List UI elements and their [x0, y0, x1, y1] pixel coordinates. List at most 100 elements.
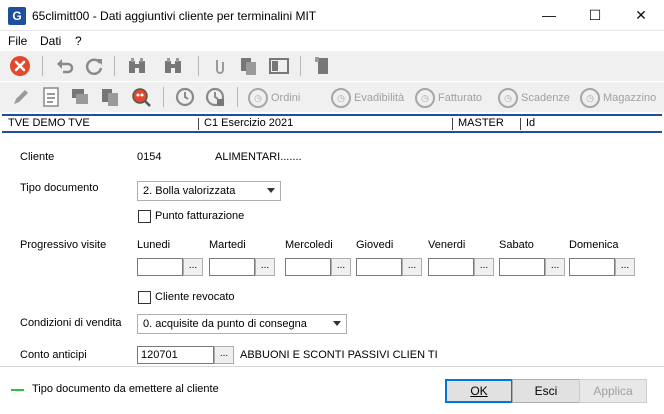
day-label-lunedi: Lunedi: [137, 239, 171, 251]
chevron-down-icon: [333, 321, 341, 326]
visit-input-domenica[interactable]: [569, 258, 615, 276]
toolbar-separator: [198, 56, 199, 76]
minimize-button[interactable]: —: [526, 0, 572, 31]
menu-help[interactable]: ?: [75, 34, 82, 48]
menu-dati[interactable]: Dati: [40, 34, 61, 48]
ordini-button[interactable]: ◷ Ordini: [248, 87, 300, 109]
refresh-icon[interactable]: [83, 55, 105, 77]
day-label-venerdi: Venerdi: [428, 239, 466, 251]
visit-input-giovedi[interactable]: [356, 258, 402, 276]
visit-lookup-mercoledi[interactable]: ...: [331, 258, 351, 276]
visit-input-mercoledi[interactable]: [285, 258, 331, 276]
user-name: MASTER: [458, 117, 504, 129]
toolbar-separator: [163, 87, 164, 107]
info-divider: [452, 118, 453, 130]
visit-input-martedi[interactable]: [209, 258, 255, 276]
magazzino-button[interactable]: ◷ Magazzino: [580, 87, 656, 109]
tipo-documento-value: 2. Bolla valorizzata: [143, 185, 236, 197]
punto-fatturazione-checkbox[interactable]: [138, 210, 151, 223]
layout-icon[interactable]: [268, 55, 290, 77]
day-label-martedi: Martedi: [209, 239, 246, 251]
visit-lookup-venerdi[interactable]: ...: [474, 258, 494, 276]
pencil-icon[interactable]: [10, 86, 32, 108]
find-next-icon[interactable]: [162, 55, 184, 77]
attachment-icon[interactable]: [208, 55, 230, 77]
ok-button[interactable]: OK: [445, 379, 513, 403]
day-label-mercoledi: Mercoledi: [285, 239, 333, 251]
find-icon[interactable]: [126, 55, 148, 77]
toolbar-secondary: ◷ Ordini ◷ Evadibilità ◷ Fatturato ◷ Sca…: [0, 82, 664, 112]
fatturato-button[interactable]: ◷ Fatturato: [415, 87, 482, 109]
visit-input-lunedi[interactable]: [137, 258, 183, 276]
visit-input-venerdi[interactable]: [428, 258, 474, 276]
esci-button[interactable]: Esci: [512, 379, 580, 403]
info-divider: [520, 118, 521, 130]
evadibilita-button[interactable]: ◷ Evadibilità: [331, 87, 404, 109]
visit-lookup-martedi[interactable]: ...: [255, 258, 275, 276]
condizioni-vendita-label: Condizioni di vendita: [20, 317, 122, 329]
cancel-icon[interactable]: [9, 55, 31, 77]
conto-anticipi-lookup[interactable]: ...: [214, 346, 234, 364]
close-window-button[interactable]: ✕: [618, 0, 664, 31]
clock-icon: ◷: [248, 88, 268, 108]
progressivo-visite-label: Progressivo visite: [20, 239, 107, 251]
clock-icon: ◷: [498, 88, 518, 108]
ok-label: OK: [470, 384, 488, 398]
footer-divider: [0, 366, 664, 367]
legend-text: Tipo documento da emettere al cliente: [32, 383, 219, 395]
duplicate-icon[interactable]: [99, 86, 121, 108]
fatturato-label: Fatturato: [438, 92, 483, 104]
stack-icon[interactable]: [69, 86, 91, 108]
visit-lookup-domenica[interactable]: ...: [615, 258, 635, 276]
info-divider: [198, 118, 199, 130]
punto-fatturazione-label[interactable]: Punto fatturazione: [155, 210, 244, 222]
toolbar-separator: [114, 56, 115, 76]
conto-anticipi-description: ABBUONI E SCONTI PASSIVI CLIEN TI: [240, 349, 438, 361]
undo-icon[interactable]: [54, 55, 76, 77]
evadibilita-label: Evadibilità: [354, 92, 405, 104]
visit-lookup-sabato[interactable]: ...: [545, 258, 565, 276]
history-back-icon[interactable]: [204, 86, 226, 108]
clock-icon: ◷: [580, 88, 600, 108]
visit-lookup-giovedi[interactable]: ...: [402, 258, 422, 276]
chevron-down-icon: [267, 188, 275, 193]
cliente-name: ALIMENTARI.......: [215, 151, 302, 163]
visit-input-sabato[interactable]: [499, 258, 545, 276]
cliente-revocato-label[interactable]: Cliente revocato: [155, 291, 235, 303]
copy-icon[interactable]: [238, 55, 260, 77]
conto-anticipi-label: Conto anticipi: [20, 349, 87, 361]
tipo-documento-select[interactable]: 2. Bolla valorizzata: [137, 181, 281, 201]
menu-file[interactable]: File: [8, 34, 27, 48]
search-user-icon[interactable]: [130, 86, 152, 108]
conto-anticipi-input[interactable]: 120701: [137, 346, 214, 364]
clock-icon: ◷: [331, 88, 351, 108]
scadenze-label: Scadenze: [521, 92, 570, 104]
scadenze-button[interactable]: ◷ Scadenze: [498, 87, 570, 109]
app-logo-icon: G: [8, 7, 26, 25]
company-name: TVE DEMO TVE: [8, 117, 90, 129]
cliente-code: 0154: [137, 151, 162, 163]
clock-icon: ◷: [415, 88, 435, 108]
applica-button[interactable]: Applica: [579, 379, 647, 403]
window-title: 65climitt00 - Dati aggiuntivi cliente pe…: [32, 9, 317, 23]
day-label-giovedi: Giovedi: [356, 239, 394, 251]
history-icon[interactable]: [174, 86, 196, 108]
visit-lookup-lunedi[interactable]: ...: [183, 258, 203, 276]
exit-door-icon[interactable]: [312, 55, 334, 77]
toolbar-main: [0, 51, 664, 81]
esci-label: Esci: [534, 384, 558, 398]
toolbar-separator: [237, 87, 238, 107]
ordini-label: Ordini: [271, 92, 301, 104]
condizioni-vendita-value: 0. acquisite da punto di consegna: [143, 318, 307, 330]
maximize-button[interactable]: ☐: [572, 0, 618, 31]
day-label-sabato: Sabato: [499, 239, 534, 251]
fiscal-year: C1 Esercizio 2021: [204, 117, 294, 129]
title-bar: G 65climitt00 - Dati aggiuntivi cliente …: [0, 0, 664, 31]
applica-label: Applica: [593, 384, 633, 398]
toolbar-separator: [300, 56, 301, 76]
toolbar-separator: [42, 56, 43, 76]
document-list-icon[interactable]: [40, 86, 62, 108]
day-label-domenica: Domenica: [569, 239, 619, 251]
cliente-revocato-checkbox[interactable]: [138, 291, 151, 304]
condizioni-vendita-select[interactable]: 0. acquisite da punto di consegna: [137, 314, 347, 334]
